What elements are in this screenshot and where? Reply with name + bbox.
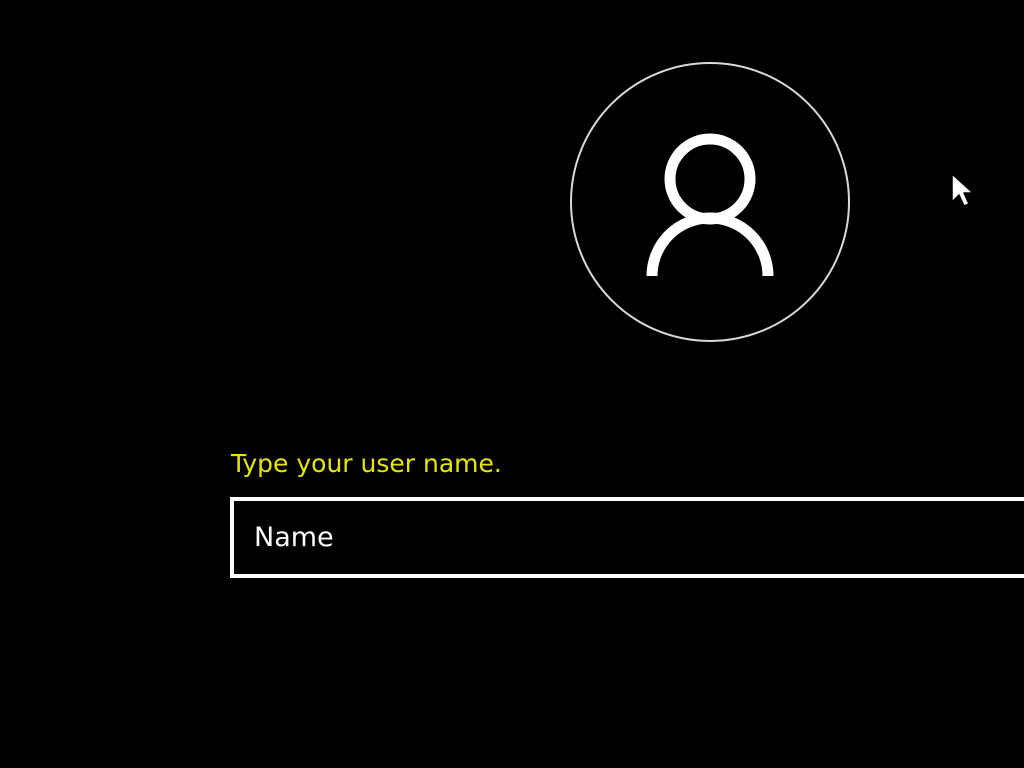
username-input[interactable] <box>234 501 1024 574</box>
user-icon <box>570 62 850 342</box>
mouse-pointer-icon <box>950 172 976 208</box>
user-avatar <box>570 62 850 342</box>
username-prompt: Type your user name. <box>231 449 502 478</box>
username-field[interactable] <box>230 497 1024 578</box>
login-screen: Type your user name. <box>0 0 1024 768</box>
